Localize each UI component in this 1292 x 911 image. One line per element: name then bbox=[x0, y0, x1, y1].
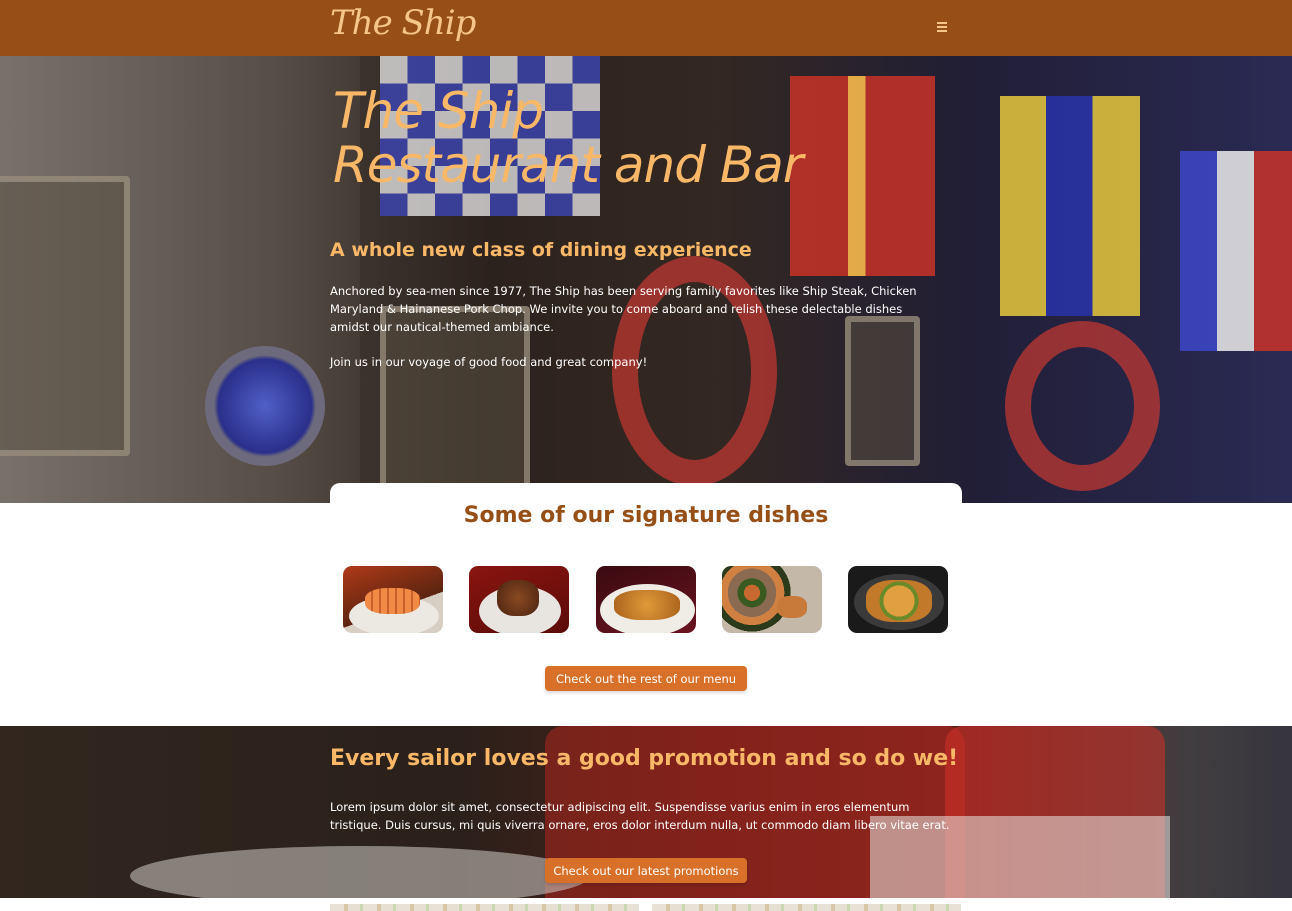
hero-title: The Ship Restaurant and Bar bbox=[333, 82, 803, 194]
top-navbar: The Ship bbox=[0, 0, 1292, 56]
hero-subtitle: A whole new class of dining experience bbox=[330, 239, 752, 261]
wall-painting bbox=[845, 316, 920, 466]
signature-dishes-title: Some of our signature dishes bbox=[463, 503, 829, 528]
view-menu-button[interactable]: Check out the rest of our menu bbox=[545, 666, 747, 691]
promo-section: Every sailor loves a good promotion and … bbox=[0, 726, 1292, 898]
map-preview-left[interactable] bbox=[330, 904, 639, 911]
hero-title-line2: Restaurant and Bar bbox=[333, 136, 803, 194]
promo-title: Every sailor loves a good promotion and … bbox=[330, 746, 959, 771]
view-promotions-button[interactable]: Check out our latest promotions bbox=[545, 858, 747, 883]
site-logo[interactable]: The Ship bbox=[330, 3, 476, 43]
lifebuoy-decoration bbox=[1005, 321, 1160, 491]
signature-dishes-card: Some of our signature dishes Check out t… bbox=[330, 483, 962, 703]
hero-title-line1: The Ship bbox=[333, 82, 544, 140]
hero-intro-text: Anchored by sea-men since 1977, The Ship… bbox=[330, 284, 917, 334]
dish-image-herb-chicken[interactable] bbox=[848, 566, 948, 633]
dish-image-braised-meat[interactable] bbox=[469, 566, 569, 633]
porthole-decoration bbox=[205, 346, 325, 466]
signal-flag bbox=[1000, 96, 1140, 316]
hero-section: The Ship Restaurant and Bar A whole new … bbox=[0, 56, 1292, 503]
promo-text: Lorem ipsum dolor sit amet, consectetur … bbox=[330, 800, 950, 832]
dining-table bbox=[130, 846, 590, 898]
wall-painting bbox=[0, 176, 130, 456]
dish-image-fried-cutlet[interactable] bbox=[596, 566, 696, 633]
signal-flag bbox=[790, 76, 935, 276]
dish-image-baked-oysters[interactable] bbox=[722, 566, 822, 633]
map-preview-right[interactable] bbox=[652, 904, 961, 911]
dish-image-salmon[interactable] bbox=[343, 566, 443, 633]
hamburger-menu-icon[interactable] bbox=[932, 17, 952, 37]
signal-flag bbox=[1180, 151, 1292, 351]
hero-invite-text: Join us in our voyage of good food and g… bbox=[330, 355, 648, 369]
